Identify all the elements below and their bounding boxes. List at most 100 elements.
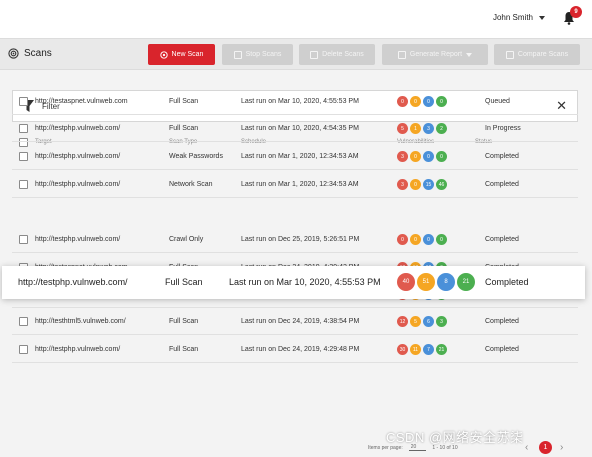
watermark: CSDN @网络安全苏柒	[386, 430, 524, 445]
vuln-badge-high: 12	[397, 316, 408, 327]
trash-icon	[310, 50, 319, 59]
stop-scans-label: Stop Scans	[245, 51, 282, 58]
vulnerability-counts: 5132	[397, 123, 447, 134]
vuln-badge-info: 0	[436, 151, 447, 162]
schedule: Last run on Dec 24, 2019, 4:29:48 PM	[241, 346, 360, 353]
status: In Progress	[485, 125, 521, 132]
table-row[interactable]: http://testphp.vulnweb.com/Crawl Only Las…	[12, 226, 578, 253]
target-url[interactable]: http://testphp.vulnweb.com/	[18, 277, 128, 287]
table-row[interactable]: http://testhtml5.vulnweb.com/Full Scan La…	[12, 308, 578, 335]
vuln-badge-low: 6	[423, 316, 434, 327]
target-url[interactable]: http://testphp.vulnweb.com/	[35, 236, 120, 243]
vuln-badge-low: 8	[437, 273, 455, 291]
vuln-badge-high: 40	[397, 273, 415, 291]
target-url[interactable]: http://testaspnet.vulnweb.com	[35, 98, 128, 105]
radar-icon	[8, 48, 19, 59]
vuln-badge-high: 30	[397, 344, 408, 355]
vuln-badge-low: 0	[423, 151, 434, 162]
vuln-badge-high: 0	[397, 96, 408, 107]
stop-icon	[233, 50, 242, 59]
table-row[interactable]: http://testphp.vulnweb.com/Network Scan L…	[12, 171, 578, 198]
stop-scans-button[interactable]: Stop Scans	[222, 44, 293, 65]
table-row[interactable]: http://testphp.vulnweb.com/Full Scan Last…	[12, 336, 578, 363]
vuln-badge-medium: 0	[410, 234, 421, 245]
delete-scans-label: Delete Scans	[322, 51, 364, 58]
vulnerability-counts: 40 51 8 21	[397, 273, 475, 291]
schedule: Last run on Mar 1, 2020, 12:34:53 AM	[241, 153, 359, 160]
current-page[interactable]: 1	[539, 441, 552, 454]
vuln-badge-low: 7	[423, 344, 434, 355]
target-url[interactable]: http://testphp.vulnweb.com/	[35, 181, 120, 188]
table-row[interactable]: http://testaspnet.vulnweb.com Full Scan La…	[12, 88, 578, 115]
table-row-highlighted[interactable]: http://testphp.vulnweb.com/Full Scan Last…	[2, 266, 585, 299]
vuln-badge-low: 3	[423, 123, 434, 134]
user-menu[interactable]: John Smith	[493, 13, 545, 22]
schedule: Last run on Mar 10, 2020, 4:55:53 PM	[229, 277, 381, 287]
target-url[interactable]: http://testphp.vulnweb.com/	[35, 346, 120, 353]
chevron-left-icon[interactable]: ‹	[525, 442, 528, 453]
chevron-down-icon	[466, 52, 473, 57]
vulnerability-counts: 3 0 15 46	[397, 179, 447, 190]
vulnerability-counts: 12 5 6 3	[397, 316, 447, 327]
scan-type: Crawl Only	[169, 236, 204, 243]
table-row[interactable]: http://testphp.vulnweb.com/Weak Password…	[12, 143, 578, 170]
toolbar: Scans New Scan Stop Scans Delete Scans G…	[0, 38, 592, 70]
top-bar: John Smith 9	[0, 0, 592, 38]
vuln-badge-medium: 1	[410, 123, 421, 134]
status: Queued	[485, 98, 510, 105]
target-url[interactable]: http://testhtml5.vulnweb.com/	[35, 318, 126, 325]
vuln-badge-medium: 5	[410, 316, 421, 327]
scan-type: Full Scan	[165, 277, 203, 287]
chevron-down-icon	[539, 15, 545, 20]
report-icon	[397, 50, 406, 59]
new-scan-label: New Scan	[171, 51, 204, 58]
new-scan-button[interactable]: New Scan	[148, 44, 215, 65]
schedule: Last run on Mar 10, 2020, 4:54:35 PM	[241, 125, 359, 132]
vulnerability-counts: 3000	[397, 151, 447, 162]
scan-type: Network Scan	[169, 181, 213, 188]
vuln-badge-high: 3	[397, 151, 408, 162]
compare-icon	[505, 50, 514, 59]
vuln-badge-low: 0	[423, 96, 434, 107]
vuln-badge-info: 21	[436, 344, 447, 355]
target-url[interactable]: http://testphp.vulnweb.com/	[35, 125, 120, 132]
generate-report-label: Generate Report	[409, 51, 463, 58]
vuln-badge-medium: 0	[410, 151, 421, 162]
scan-type: Full Scan	[169, 98, 199, 105]
chevron-right-icon[interactable]: ›	[560, 442, 563, 453]
compare-scans-label: Compare Scans	[517, 51, 569, 58]
vuln-badge-info: 3	[436, 316, 447, 327]
scan-type: Weak Passwords	[169, 153, 223, 160]
target-url[interactable]: http://testphp.vulnweb.com/	[35, 153, 120, 160]
status: Completed	[485, 346, 519, 353]
delete-scans-button[interactable]: Delete Scans	[299, 44, 375, 65]
vuln-badge-medium: 51	[417, 273, 435, 291]
vulnerability-counts: 0000	[397, 234, 447, 245]
page-title: Scans	[8, 48, 52, 59]
vuln-badge-info: 0	[436, 96, 447, 107]
vuln-badge-medium: 0	[410, 179, 421, 190]
status: Completed	[485, 153, 519, 160]
vuln-badge-medium: 0	[410, 96, 421, 107]
row-checkbox[interactable]	[19, 345, 28, 354]
status: Completed	[485, 277, 529, 287]
row-checkbox[interactable]	[19, 317, 28, 326]
scan-type: Full Scan	[169, 125, 199, 132]
vuln-badge-high: 0	[397, 234, 408, 245]
row-checkbox[interactable]	[19, 97, 28, 106]
status: Completed	[485, 236, 519, 243]
schedule: Last run on Dec 25, 2019, 5:26:51 PM	[241, 236, 360, 243]
user-name: John Smith	[492, 13, 533, 22]
row-checkbox[interactable]	[19, 152, 28, 161]
vuln-badge-medium: 11	[410, 344, 421, 355]
compare-scans-button[interactable]: Compare Scans	[494, 44, 580, 65]
status: Completed	[485, 318, 519, 325]
generate-report-button[interactable]: Generate Report	[382, 44, 488, 65]
page-title-label: Scans	[24, 48, 52, 59]
row-checkbox[interactable]	[19, 180, 28, 189]
table-row[interactable]: http://testphp.vulnweb.com/Full Scan Last…	[12, 115, 578, 142]
vuln-badge-info: 2	[436, 123, 447, 134]
row-checkbox[interactable]	[19, 124, 28, 133]
radar-icon	[159, 50, 168, 59]
row-checkbox[interactable]	[19, 235, 28, 244]
